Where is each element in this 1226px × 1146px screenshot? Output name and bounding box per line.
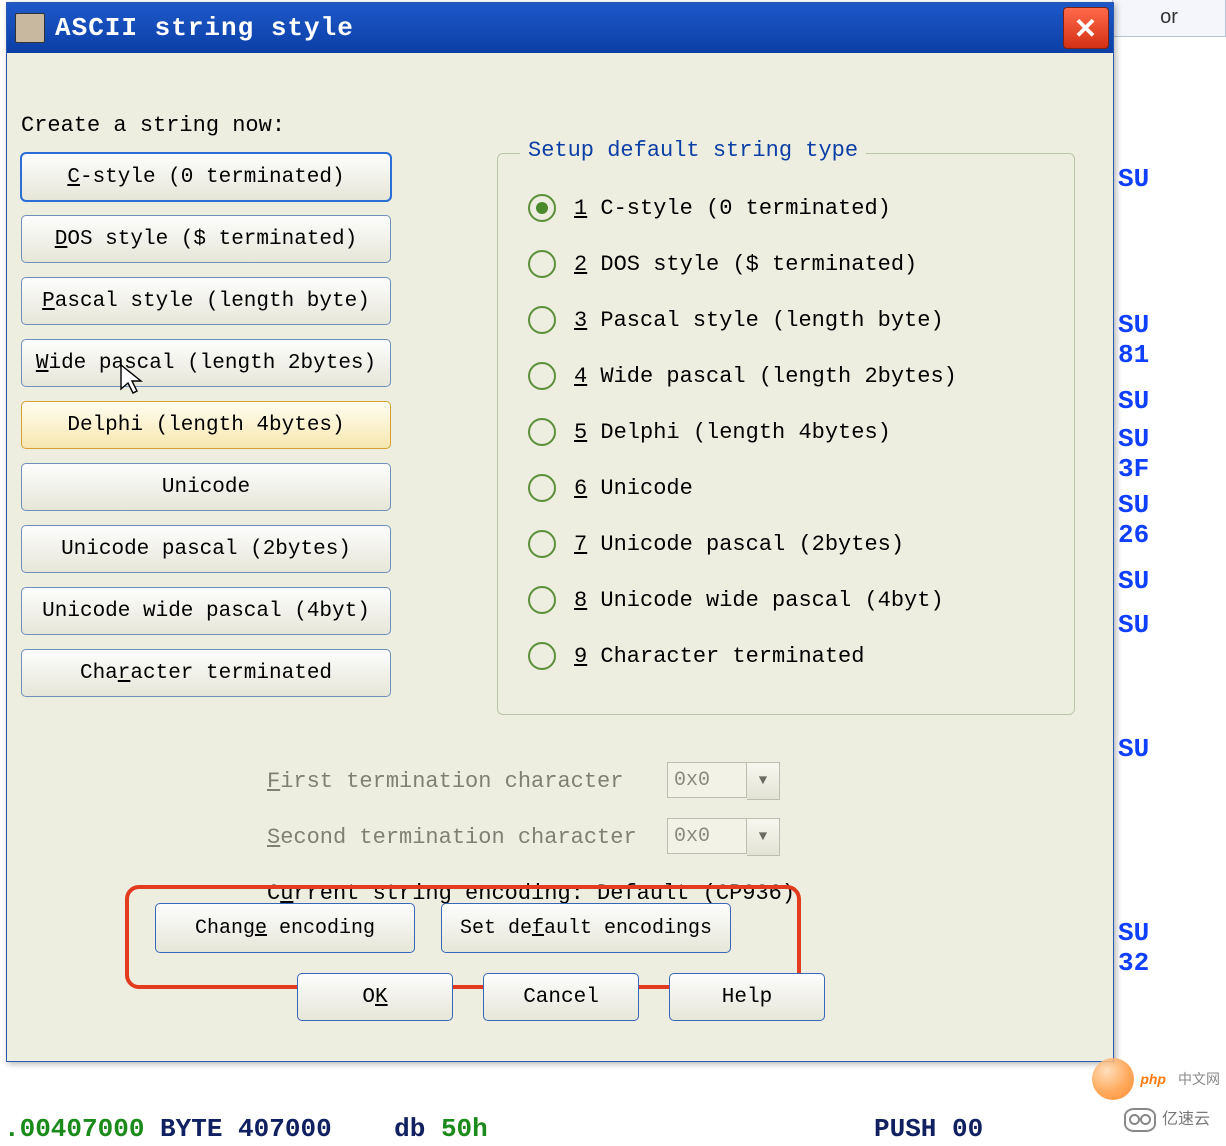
radio-option-6[interactable]: 6 Unicode xyxy=(528,474,957,502)
style-button-0[interactable]: C-style (0 terminated) xyxy=(21,153,391,201)
radio-icon xyxy=(528,530,556,558)
style-button-5[interactable]: Unicode xyxy=(21,463,391,511)
radio-option-8[interactable]: 8 Unicode wide pascal (4byt) xyxy=(528,586,957,614)
radio-option-4[interactable]: 4 Wide pascal (length 2bytes) xyxy=(528,362,957,390)
radio-icon xyxy=(528,586,556,614)
radio-label: 1 C-style (0 terminated) xyxy=(574,196,891,221)
radio-icon xyxy=(528,194,556,222)
style-button-list: C-style (0 terminated) DOS style ($ termi… xyxy=(21,153,391,697)
chevron-down-icon: ▼ xyxy=(747,762,780,800)
group-title: Setup default string type xyxy=(520,138,866,163)
style-button-2[interactable]: Pascal style (length byte) xyxy=(21,277,391,325)
button-label: Character terminated xyxy=(80,662,332,685)
radio-icon xyxy=(528,250,556,278)
style-button-8[interactable]: Character terminated xyxy=(21,649,391,697)
button-label: DOS style ($ terminated) xyxy=(55,228,357,251)
radio-option-3[interactable]: 3 Pascal style (length byte) xyxy=(528,306,957,334)
default-string-type-group: Setup default string type 1 C-style (0 t… xyxy=(497,153,1075,715)
radio-label: 9 Character terminated xyxy=(574,644,864,669)
current-encoding-label: Current string encoding: Default (CP936) xyxy=(267,881,795,906)
partial-tab: or xyxy=(1112,0,1226,37)
radio-label: 5 Delphi (length 4bytes) xyxy=(574,420,891,445)
chevron-down-icon: ▼ xyxy=(747,818,780,856)
app-icon xyxy=(15,13,45,43)
close-button[interactable]: ✕ xyxy=(1063,7,1109,49)
ok-button[interactable]: OK xyxy=(297,973,453,1021)
change-encoding-button[interactable]: Change encoding xyxy=(155,903,415,953)
style-button-3[interactable]: Wide pascal (length 2bytes) xyxy=(21,339,391,387)
second-term-combo: ▼ xyxy=(667,818,780,856)
radio-label: 6 Unicode xyxy=(574,476,693,501)
first-term-label: First termination character xyxy=(267,769,667,794)
radio-label: 8 Unicode wide pascal (4byt) xyxy=(574,588,944,613)
help-button[interactable]: Help xyxy=(669,973,825,1021)
radio-label: 2 DOS style ($ terminated) xyxy=(574,252,917,277)
second-term-label: Second termination character xyxy=(267,825,667,850)
radio-icon xyxy=(528,642,556,670)
radio-option-1[interactable]: 1 C-style (0 terminated) xyxy=(528,194,957,222)
cancel-button[interactable]: Cancel xyxy=(483,973,639,1021)
radio-icon xyxy=(528,474,556,502)
radio-label: 3 Pascal style (length byte) xyxy=(574,308,944,333)
watermark-secondary: 亿速云 xyxy=(1124,1108,1210,1132)
second-term-input xyxy=(667,818,747,854)
radio-icon xyxy=(528,362,556,390)
style-button-7[interactable]: Unicode wide pascal (4byt) xyxy=(21,587,391,635)
button-label: C-style (0 terminated) xyxy=(67,166,344,189)
termination-area: First termination character ▼ Second ter… xyxy=(267,753,795,921)
style-button-1[interactable]: DOS style ($ terminated) xyxy=(21,215,391,263)
radio-option-5[interactable]: 5 Delphi (length 4bytes) xyxy=(528,418,957,446)
radio-label: 7 Unicode pascal (2bytes) xyxy=(574,532,904,557)
watermark: php 中文网 xyxy=(1092,1058,1220,1100)
first-term-combo: ▼ xyxy=(667,762,780,800)
ascii-string-style-dialog: ASCII string style ✕ Create a string now… xyxy=(6,2,1114,1062)
radio-list: 1 C-style (0 terminated) 2 DOS style ($ t… xyxy=(528,194,957,670)
radio-label: 4 Wide pascal (length 2bytes) xyxy=(574,364,957,389)
radio-option-2[interactable]: 2 DOS style ($ terminated) xyxy=(528,250,957,278)
button-label: Unicode wide pascal (4byt) xyxy=(42,600,370,623)
button-label: Unicode xyxy=(162,476,250,499)
radio-icon xyxy=(528,418,556,446)
prompt-label: Create a string now: xyxy=(21,113,285,138)
dialog-title: ASCII string style xyxy=(55,13,1063,43)
radio-option-9[interactable]: 9 Character terminated xyxy=(528,642,957,670)
button-label: Pascal style (length byte) xyxy=(42,290,370,313)
first-term-input xyxy=(667,762,747,798)
style-button-6[interactable]: Unicode pascal (2bytes) xyxy=(21,525,391,573)
close-icon: ✕ xyxy=(1074,12,1098,45)
style-button-4[interactable]: Delphi (length 4bytes) xyxy=(21,401,391,449)
button-label: Wide pascal (length 2bytes) xyxy=(36,352,376,375)
radio-icon xyxy=(528,306,556,334)
button-label: Delphi (length 4bytes) xyxy=(67,414,344,437)
disassembly-line: .00407000 BYTE 407000 db 50h PUSH 00 xyxy=(4,1114,862,1144)
button-label: Unicode pascal (2bytes) xyxy=(61,538,351,561)
titlebar[interactable]: ASCII string style ✕ xyxy=(7,3,1113,53)
set-default-encodings-button[interactable]: Set default encodings xyxy=(441,903,731,953)
radio-option-7[interactable]: 7 Unicode pascal (2bytes) xyxy=(528,530,957,558)
